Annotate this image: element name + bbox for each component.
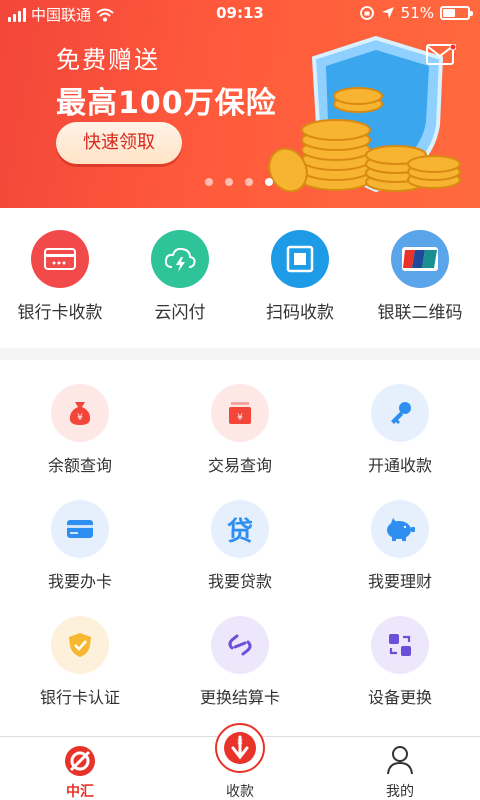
service-label: 银行卡认证 bbox=[39, 688, 120, 707]
action-label: 银联二维码 bbox=[377, 303, 463, 323]
tab-receive[interactable]: ¥ 收款 bbox=[160, 723, 320, 800]
tab-label: 收款 bbox=[226, 784, 254, 800]
loan-glyph: 贷 bbox=[226, 516, 253, 547]
pagination-dot bbox=[205, 178, 213, 186]
service-transaction-query[interactable]: ¥ 交易查询 bbox=[160, 384, 320, 476]
receive-money-icon: ¥ bbox=[215, 723, 265, 773]
tab-home[interactable]: 中汇 bbox=[0, 737, 160, 800]
battery-icon bbox=[440, 6, 473, 20]
loan-icon: 贷 bbox=[211, 500, 269, 558]
tab-label: 中汇 bbox=[66, 784, 94, 800]
service-label: 设备更换 bbox=[367, 688, 432, 707]
service-apply-card[interactable]: 我要办卡 bbox=[0, 500, 160, 592]
pagination-dot bbox=[245, 178, 253, 186]
service-grid: ¥ 余额查询 ¥ 交易查询 开通收款 我要办卡 贷 我要贷款 我要理财 银行卡认… bbox=[0, 360, 480, 736]
action-label: 银行卡收款 bbox=[17, 303, 103, 323]
action-label: 云闪付 bbox=[154, 303, 206, 323]
action-bank-card-receive[interactable]: 银行卡收款 bbox=[0, 230, 120, 323]
tab-mine[interactable]: 我的 bbox=[320, 737, 480, 800]
service-device-replace[interactable]: 设备更换 bbox=[320, 616, 480, 708]
transaction-icon: ¥ bbox=[211, 384, 269, 442]
location-icon bbox=[381, 7, 394, 19]
user-icon bbox=[387, 746, 413, 775]
piggy-bank-icon bbox=[371, 500, 429, 558]
pagination-dot bbox=[225, 178, 233, 186]
unionpay-icon bbox=[391, 230, 449, 288]
service-apply-loan[interactable]: 贷 我要贷款 bbox=[160, 500, 320, 592]
service-label: 更换结算卡 bbox=[199, 688, 280, 707]
bank-card-icon bbox=[31, 230, 89, 288]
bottom-tabbar: 中汇 ¥ 收款 我的 bbox=[0, 723, 480, 800]
money-bag-icon: ¥ bbox=[51, 384, 109, 442]
service-label: 我要理财 bbox=[367, 572, 432, 591]
device-swap-icon bbox=[371, 616, 429, 674]
rotation-lock-icon bbox=[359, 6, 374, 20]
tab-label: 我的 bbox=[386, 784, 414, 800]
service-open-receiving[interactable]: 开通收款 bbox=[320, 384, 480, 476]
scan-code-icon bbox=[271, 230, 329, 288]
service-label: 开通收款 bbox=[367, 456, 432, 475]
banner-pagination bbox=[205, 178, 273, 186]
message-icon[interactable] bbox=[426, 44, 456, 66]
quick-actions: 银行卡收款 云闪付 扫码收款 银联二维码 bbox=[0, 208, 480, 348]
service-label: 我要贷款 bbox=[207, 572, 272, 591]
action-unionpay-qr[interactable]: 银联二维码 bbox=[360, 230, 480, 323]
svg-text:¥: ¥ bbox=[237, 739, 243, 749]
battery-percent: 51% bbox=[400, 4, 434, 22]
card-icon bbox=[51, 500, 109, 558]
service-label: 我要办卡 bbox=[47, 572, 112, 591]
service-wealth[interactable]: 我要理财 bbox=[320, 500, 480, 592]
cloud-flash-pay-icon bbox=[151, 230, 209, 288]
svg-text:¥: ¥ bbox=[237, 413, 243, 423]
quick-claim-button[interactable]: 快速领取 bbox=[56, 122, 182, 164]
service-balance-query[interactable]: ¥ 余额查询 bbox=[0, 384, 160, 476]
promo-banner[interactable]: 中国联通 09:13 51% 免费赠送 最高100万保险 快速领取 bbox=[0, 0, 480, 208]
swap-link-icon bbox=[211, 616, 269, 674]
home-logo-icon bbox=[65, 746, 95, 776]
banner-subtitle: 免费赠送 bbox=[56, 46, 160, 74]
banner-title: 最高100万保险 bbox=[56, 86, 277, 121]
pagination-dot-active bbox=[265, 178, 273, 186]
action-scan-code[interactable]: 扫码收款 bbox=[240, 230, 360, 323]
service-label: 交易查询 bbox=[207, 456, 272, 475]
action-cloud-flash-pay[interactable]: 云闪付 bbox=[120, 230, 240, 323]
action-label: 扫码收款 bbox=[266, 303, 334, 323]
shield-check-icon bbox=[51, 616, 109, 674]
service-card-verification[interactable]: 银行卡认证 bbox=[0, 616, 160, 708]
service-change-settlement-card[interactable]: 更换结算卡 bbox=[160, 616, 320, 708]
key-icon bbox=[371, 384, 429, 442]
status-bar: 中国联通 09:13 51% bbox=[0, 0, 480, 28]
service-label: 余额查询 bbox=[47, 456, 112, 475]
svg-text:¥: ¥ bbox=[77, 413, 83, 423]
